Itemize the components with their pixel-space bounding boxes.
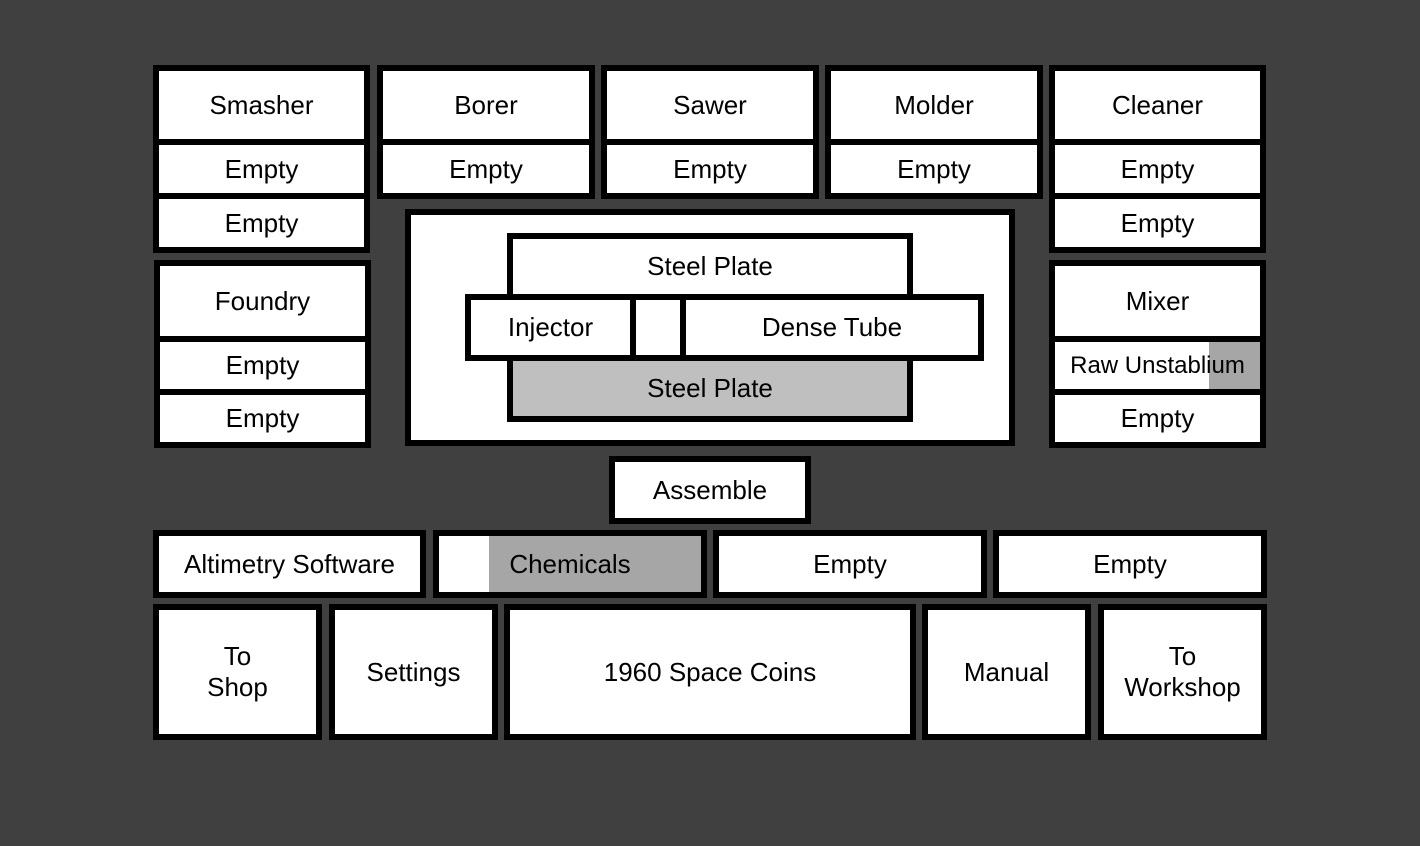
borer-machine[interactable]: Borer	[377, 65, 595, 145]
smasher-slot-2[interactable]: Empty	[153, 193, 370, 253]
to-workshop-label: To Workshop	[1124, 641, 1241, 703]
cleaner-slot-2[interactable]: Empty	[1049, 193, 1266, 253]
inventory-slot-1[interactable]: Altimetry Software	[153, 530, 426, 598]
smasher-slot-1[interactable]: Empty	[153, 139, 370, 199]
assembly-right-slot[interactable]: Dense Tube	[680, 294, 984, 361]
assembly-bottom-slot[interactable]: Steel Plate	[507, 355, 913, 422]
borer-slot-1[interactable]: Empty	[377, 139, 595, 199]
assemble-label: Assemble	[652, 474, 768, 505]
slot-label: Empty	[449, 153, 523, 184]
assemble-button[interactable]: Assemble	[609, 456, 811, 524]
smasher-machine[interactable]: Smasher	[153, 65, 370, 145]
mixer-slot-1[interactable]: Raw Unstablium	[1049, 336, 1266, 395]
manual-label: Manual	[963, 656, 1050, 687]
slot-label: Injector	[507, 312, 594, 342]
label-line-1: To	[1168, 641, 1197, 671]
slot-label: Empty	[1120, 403, 1195, 433]
molder-slot-1[interactable]: Empty	[825, 139, 1043, 199]
mixer-slot-2[interactable]: Empty	[1049, 389, 1266, 448]
settings-button[interactable]: Settings	[329, 604, 498, 740]
slot-label: Dense Tube	[761, 312, 903, 342]
cleaner-slot-1[interactable]: Empty	[1049, 139, 1266, 199]
inventory-slot-4[interactable]: Empty	[993, 530, 1267, 598]
assembly-center-slot[interactable]	[630, 294, 686, 361]
to-workshop-button[interactable]: To Workshop	[1098, 604, 1267, 740]
sawer-machine[interactable]: Sawer	[601, 65, 819, 145]
slot-label: Chemicals	[509, 548, 631, 579]
slot-label: Empty	[224, 153, 299, 184]
coins-label: 1960 Space Coins	[603, 656, 817, 687]
mixer-label: Mixer	[1125, 285, 1190, 316]
sawer-label: Sawer	[673, 89, 747, 120]
molder-label: Molder	[894, 89, 974, 120]
foundry-label: Foundry	[214, 285, 311, 316]
to-shop-label: To Shop	[207, 641, 268, 703]
slot-label: Empty	[897, 153, 971, 184]
slot-label: Empty	[224, 207, 299, 238]
sawer-slot-1[interactable]: Empty	[601, 139, 819, 199]
slot-label: Altimetry Software	[184, 548, 395, 579]
mixer-machine[interactable]: Mixer	[1049, 260, 1266, 342]
slot-label: Steel Plate	[647, 373, 773, 403]
slot-label: Empty	[1120, 153, 1195, 184]
manual-button[interactable]: Manual	[922, 604, 1091, 740]
molder-machine[interactable]: Molder	[825, 65, 1043, 145]
borer-label: Borer	[454, 89, 518, 120]
settings-label: Settings	[366, 656, 461, 687]
label-line-2: Shop	[207, 672, 268, 702]
coins-display: 1960 Space Coins	[504, 604, 916, 740]
inventory-slot-3[interactable]: Empty	[713, 530, 987, 598]
slot-label: Raw Unstablium	[1070, 351, 1245, 379]
label-line-2: Workshop	[1124, 672, 1241, 702]
cleaner-label: Cleaner	[1111, 89, 1204, 120]
slot-label: Empty	[673, 153, 747, 184]
label-line-1: To	[223, 641, 252, 671]
slot-label: Empty	[1093, 548, 1167, 579]
foundry-machine[interactable]: Foundry	[154, 260, 371, 342]
slot-label: Empty	[225, 403, 300, 433]
assembly-left-slot[interactable]: Injector	[465, 294, 636, 361]
assembly-top-slot[interactable]: Steel Plate	[507, 233, 913, 300]
inventory-slot-2[interactable]: Chemicals	[433, 530, 707, 598]
cleaner-machine[interactable]: Cleaner	[1049, 65, 1266, 145]
foundry-slot-1[interactable]: Empty	[154, 336, 371, 395]
foundry-slot-2[interactable]: Empty	[154, 389, 371, 448]
slot-label: Empty	[1120, 207, 1195, 238]
slot-label: Empty	[813, 548, 887, 579]
slot-label: Steel Plate	[647, 251, 773, 281]
smasher-label: Smasher	[209, 89, 314, 120]
to-shop-button[interactable]: To Shop	[153, 604, 322, 740]
slot-label: Empty	[225, 350, 300, 380]
